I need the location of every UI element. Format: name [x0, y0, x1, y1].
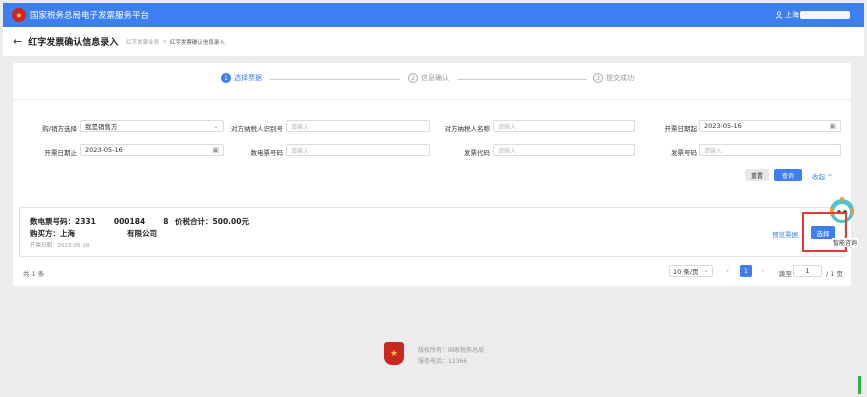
query-button[interactable]: 查询: [774, 169, 802, 181]
page-size-select[interactable]: 10 条/页 ⌄: [669, 265, 713, 277]
step-confirm-info: 2 信息确认: [408, 73, 449, 83]
invoice-no-input[interactable]: 请输入: [699, 144, 841, 156]
buyer-name-part: 有限公司: [127, 229, 157, 238]
counterparty-name-input[interactable]: 请输入: [493, 120, 635, 132]
date-value: 2023-05-16: [85, 146, 123, 154]
redacted-username: [800, 11, 850, 19]
einvoice-number-part: 8: [163, 217, 169, 226]
calendar-icon: ▣: [829, 122, 836, 130]
einvoice-number-part: 000184: [113, 217, 146, 226]
placeholder: 请输入: [291, 147, 310, 155]
result-date-line: 开票日期：2023-05-16: [30, 241, 89, 249]
placeholder: 请输入: [704, 147, 723, 155]
invoice-no-label: 发票号码: [671, 149, 697, 157]
goto-label: 跳至: [779, 270, 792, 278]
invoice-date-from-picker[interactable]: 2023-05-16 ▣: [699, 120, 841, 132]
result-einvoice-line: 数电票号码：2331 000184 8 价税合计：500.00元: [30, 216, 249, 227]
buyer-label: 购买方：: [30, 229, 60, 238]
date-label: 开票日期：: [30, 243, 58, 249]
chevron-down-icon: ⌄: [213, 122, 219, 130]
tax-emblem-icon: ★: [384, 342, 404, 365]
placeholder: 请输入: [498, 123, 517, 131]
collapse-toggle[interactable]: 收起 ^: [812, 171, 833, 181]
invoice-code-input[interactable]: 请输入: [493, 144, 635, 156]
step-connector: [270, 79, 400, 80]
reset-button[interactable]: 重置: [745, 169, 769, 181]
user-menu[interactable]: 上海: [775, 10, 850, 20]
buyer-seller-value: 我是销售方: [85, 123, 118, 131]
breadcrumb-item-current: 红字发票确认信息录入: [169, 39, 225, 46]
footer-copyright: 版权所有：国家税务总局: [418, 347, 485, 354]
step-number: 3: [593, 73, 603, 83]
breadcrumb-separator-icon: >: [162, 38, 167, 45]
calendar-icon: ▣: [212, 146, 219, 154]
invoice-code-label: 发票代码: [464, 149, 490, 157]
step-label: 选择票据: [234, 74, 262, 82]
user-name: 上海: [785, 11, 799, 19]
user-icon: [775, 11, 783, 19]
page-title: 红字发票确认信息录入: [28, 38, 119, 48]
step-number: 2: [408, 73, 418, 83]
step-connector: [457, 79, 587, 80]
placeholder: 请输入: [498, 147, 517, 155]
divider: [13, 99, 851, 100]
top-bar: ★ 国家税务总局电子发票服务平台 上海: [3, 3, 864, 27]
goto-page-input[interactable]: 1: [793, 265, 822, 277]
step-number: 1: [221, 73, 231, 83]
step-submit-success: 3 提交成功: [593, 73, 634, 83]
total-label: 价税合计：: [175, 217, 213, 226]
breadcrumb-item-red-invoice[interactable]: 红字发票业务: [126, 38, 159, 46]
preview-invoice-link[interactable]: 预览票据: [772, 229, 798, 239]
buyer-seller-label: 购/销方选择: [42, 125, 77, 133]
counterparty-tax-id-label: 对方纳税人识别号: [231, 125, 283, 133]
step-label: 提交成功: [606, 74, 634, 82]
tax-emblem-icon: ★: [12, 8, 26, 22]
einvoice-number-part: 2331: [75, 217, 96, 226]
next-page-icon[interactable]: ›: [761, 266, 764, 275]
step-select-invoice: 1 选择票据: [221, 73, 262, 83]
invoice-date-to-picker[interactable]: 2023-05-16 ▣: [80, 144, 224, 156]
date-value: 2023-05-16: [57, 243, 90, 249]
assistant-label[interactable]: 智能咨询: [832, 238, 859, 247]
footer-info: 版权所有：国家税务总局 服务电话：12366: [418, 345, 484, 367]
page-number-current[interactable]: 1: [740, 265, 752, 277]
app-title: 国家税务总局电子发票服务平台: [30, 11, 150, 21]
einvoice-no-label: 数电票号码: [250, 149, 284, 157]
buyer-name-part: 上海: [60, 229, 75, 238]
main-card: 1 选择票据 2 信息确认 3 提交成功 购/销方选择 我是销售方 ⌄ 对方纳税…: [13, 63, 851, 286]
total-count: 共 1 条: [23, 270, 45, 278]
prev-page-icon[interactable]: ‹: [726, 266, 729, 275]
status-indicator: [858, 376, 861, 394]
date-value: 2023-05-16: [704, 122, 742, 130]
steps-indicator: 1 选择票据 2 信息确认 3 提交成功: [13, 73, 851, 87]
result-buyer-line: 购买方：上海 有限公司: [30, 228, 157, 239]
einvoice-no-input[interactable]: 请输入: [286, 144, 430, 156]
invoice-date-from-label: 开票日期起: [664, 125, 698, 133]
invoice-result-row[interactable]: 数电票号码：2331 000184 8 价税合计：500.00元 购买方：上海 有限公…: [19, 207, 845, 257]
total-value: 500.00元: [212, 217, 249, 226]
step-label: 信息确认: [421, 74, 449, 82]
total-pages: / 1 页: [826, 270, 843, 278]
page-header: ← 红字发票确认信息录入 红字发票业务 > 红字发票确认信息录入: [3, 27, 864, 56]
counterparty-tax-id-input[interactable]: 请输入: [286, 120, 430, 132]
counterparty-name-label: 对方纳税人名称: [444, 125, 491, 133]
breadcrumb: 红字发票业务 > 红字发票确认信息录入: [126, 38, 225, 46]
page-size-value: 10 条/页: [673, 268, 699, 276]
buyer-seller-select[interactable]: 我是销售方 ⌄: [80, 120, 224, 132]
einvoice-label: 数电票号码：: [30, 217, 75, 226]
placeholder: 请输入: [291, 123, 310, 131]
back-arrow-icon[interactable]: ←: [13, 35, 22, 48]
chevron-down-icon: ⌄: [703, 266, 709, 274]
invoice-date-to-label: 开票日期止: [44, 149, 78, 157]
footer-hotline: 服务电话：12366: [418, 358, 468, 365]
